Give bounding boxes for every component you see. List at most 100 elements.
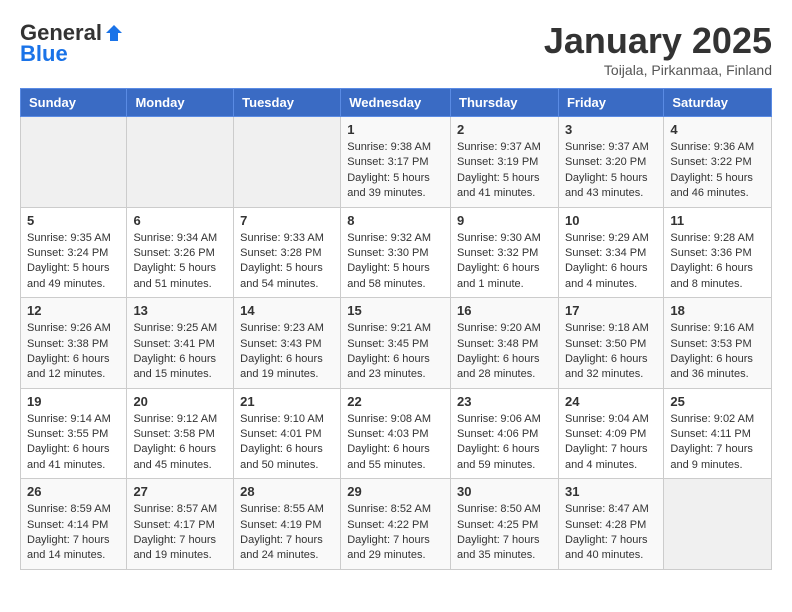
title-section: January 2025 Toijala, Pirkanmaa, Finland (544, 20, 772, 78)
weekday-header-saturday: Saturday (664, 89, 772, 117)
calendar-cell: 18Sunrise: 9:16 AMSunset: 3:53 PMDayligh… (664, 298, 772, 389)
sunrise-text: Sunrise: 9:16 AM (670, 321, 765, 336)
cell-content: Sunrise: 9:04 AMSunset: 4:09 PMDaylight:… (565, 412, 657, 474)
day-number: 30 (457, 484, 552, 499)
cell-content: Sunrise: 9:14 AMSunset: 3:55 PMDaylight:… (27, 412, 120, 474)
daylight-text: Daylight: 6 hours and 28 minutes. (457, 352, 552, 383)
daylight-text: Daylight: 5 hours and 51 minutes. (133, 261, 227, 292)
daylight-text: Daylight: 5 hours and 39 minutes. (347, 171, 444, 202)
sunrise-text: Sunrise: 8:50 AM (457, 502, 552, 517)
calendar-cell: 7Sunrise: 9:33 AMSunset: 3:28 PMDaylight… (234, 207, 341, 298)
day-number: 26 (27, 484, 120, 499)
daylight-text: Daylight: 6 hours and 45 minutes. (133, 442, 227, 473)
calendar-cell: 14Sunrise: 9:23 AMSunset: 3:43 PMDayligh… (234, 298, 341, 389)
cell-content: Sunrise: 9:06 AMSunset: 4:06 PMDaylight:… (457, 412, 552, 474)
sunset-text: Sunset: 3:26 PM (133, 246, 227, 261)
page-header: General Blue January 2025 Toijala, Pirka… (20, 20, 772, 78)
daylight-text: Daylight: 6 hours and 15 minutes. (133, 352, 227, 383)
calendar-cell: 6Sunrise: 9:34 AMSunset: 3:26 PMDaylight… (127, 207, 234, 298)
sunset-text: Sunset: 3:48 PM (457, 337, 552, 352)
sunset-text: Sunset: 3:28 PM (240, 246, 334, 261)
cell-content: Sunrise: 8:52 AMSunset: 4:22 PMDaylight:… (347, 502, 444, 564)
cell-content: Sunrise: 9:16 AMSunset: 3:53 PMDaylight:… (670, 321, 765, 383)
calendar-cell: 8Sunrise: 9:32 AMSunset: 3:30 PMDaylight… (341, 207, 451, 298)
daylight-text: Daylight: 7 hours and 29 minutes. (347, 533, 444, 564)
daylight-text: Daylight: 5 hours and 41 minutes. (457, 171, 552, 202)
calendar-cell: 3Sunrise: 9:37 AMSunset: 3:20 PMDaylight… (558, 117, 663, 208)
daylight-text: Daylight: 5 hours and 46 minutes. (670, 171, 765, 202)
day-number: 21 (240, 394, 334, 409)
calendar-cell: 12 Sunrise: 9:26 AMSunset: 3:38 PMDayligh… (21, 298, 127, 389)
sunset-text: Sunset: 3:55 PM (27, 427, 120, 442)
sunset-text: Sunset: 4:11 PM (670, 427, 765, 442)
day-number: 11 (670, 213, 765, 228)
daylight-text: Daylight: 7 hours and 4 minutes. (565, 442, 657, 473)
cell-content: Sunrise: 9:28 AMSunset: 3:36 PMDaylight:… (670, 231, 765, 293)
day-number: 2 (457, 122, 552, 137)
day-number: 8 (347, 213, 444, 228)
cell-content: Sunrise: 9:26 AMSunset: 3:38 PMDaylight:… (27, 321, 120, 383)
sunrise-text: Sunrise: 9:32 AM (347, 231, 444, 246)
sunset-text: Sunset: 3:58 PM (133, 427, 227, 442)
day-number: 24 (565, 394, 657, 409)
sunrise-text: Sunrise: 9:02 AM (670, 412, 765, 427)
cell-content: Sunrise: 9:25 AMSunset: 3:41 PMDaylight:… (133, 321, 227, 383)
cell-content: Sunrise: 9:02 AMSunset: 4:11 PMDaylight:… (670, 412, 765, 474)
sunrise-text: Sunrise: 8:52 AM (347, 502, 444, 517)
calendar-cell (21, 117, 127, 208)
daylight-text: Daylight: 6 hours and 36 minutes. (670, 352, 765, 383)
calendar-row-1: 1Sunrise: 9:38 AMSunset: 3:17 PMDaylight… (21, 117, 772, 208)
sunrise-text: Sunrise: 9:30 AM (457, 231, 552, 246)
sunset-text: Sunset: 3:24 PM (27, 246, 120, 261)
day-number: 28 (240, 484, 334, 499)
daylight-text: Daylight: 7 hours and 40 minutes. (565, 533, 657, 564)
day-number: 13 (133, 303, 227, 318)
weekday-header-thursday: Thursday (451, 89, 559, 117)
sunset-text: Sunset: 4:25 PM (457, 518, 552, 533)
day-number: 12 (27, 303, 120, 318)
day-number: 16 (457, 303, 552, 318)
sunrise-text: Sunrise: 9:18 AM (565, 321, 657, 336)
sunset-text: Sunset: 3:20 PM (565, 155, 657, 170)
sunrise-text: Sunrise: 9:37 AM (565, 140, 657, 155)
daylight-text: Daylight: 6 hours and 41 minutes. (27, 442, 120, 473)
sunset-text: Sunset: 4:19 PM (240, 518, 334, 533)
calendar-row-3: 12 Sunrise: 9:26 AMSunset: 3:38 PMDayligh… (21, 298, 772, 389)
day-number: 10 (565, 213, 657, 228)
sunset-text: Sunset: 3:32 PM (457, 246, 552, 261)
calendar-cell: 2 Sunrise: 9:37 AMSunset: 3:19 PMDaylight… (451, 117, 559, 208)
day-number: 27 (133, 484, 227, 499)
daylight-text: Daylight: 6 hours and 59 minutes. (457, 442, 552, 473)
daylight-text: Daylight: 6 hours and 1 minute. (457, 261, 552, 292)
calendar-row-2: 5Sunrise: 9:35 AMSunset: 3:24 PMDaylight… (21, 207, 772, 298)
cell-content: Sunrise: 9:35 AMSunset: 3:24 PMDaylight:… (27, 231, 120, 293)
sunset-text: Sunset: 3:22 PM (670, 155, 765, 170)
daylight-text: Daylight: 7 hours and 19 minutes. (133, 533, 227, 564)
calendar-cell: 4 Sunrise: 9:36 AMSunset: 3:22 PMDaylight… (664, 117, 772, 208)
sunrise-text: Sunrise: 9:14 AM (27, 412, 120, 427)
sunrise-text: Sunrise: 9:08 AM (347, 412, 444, 427)
sunrise-text: Sunrise: 9:36 AM (670, 140, 765, 155)
daylight-text: Daylight: 5 hours and 43 minutes. (565, 171, 657, 202)
cell-content: Sunrise: 9:37 AMSunset: 3:19 PMDaylight:… (457, 140, 552, 202)
calendar-cell: 27Sunrise: 8:57 AMSunset: 4:17 PMDayligh… (127, 479, 234, 570)
calendar-cell: 22Sunrise: 9:08 AMSunset: 4:03 PMDayligh… (341, 388, 451, 479)
cell-content: Sunrise: 8:47 AMSunset: 4:28 PMDaylight:… (565, 502, 657, 564)
calendar-cell: 19Sunrise: 9:14 AMSunset: 3:55 PMDayligh… (21, 388, 127, 479)
calendar-cell: 10 Sunrise: 9:29 AMSunset: 3:34 PMDayligh… (558, 207, 663, 298)
sunrise-text: Sunrise: 9:23 AM (240, 321, 334, 336)
sunset-text: Sunset: 4:14 PM (27, 518, 120, 533)
weekday-header-friday: Friday (558, 89, 663, 117)
day-number: 4 (670, 122, 765, 137)
calendar-cell: 28Sunrise: 8:55 AMSunset: 4:19 PMDayligh… (234, 479, 341, 570)
sunset-text: Sunset: 4:06 PM (457, 427, 552, 442)
cell-content: Sunrise: 9:20 AMSunset: 3:48 PMDaylight:… (457, 321, 552, 383)
sunrise-text: Sunrise: 9:04 AM (565, 412, 657, 427)
cell-content: Sunrise: 9:38 AMSunset: 3:17 PMDaylight:… (347, 140, 444, 202)
weekday-header-wednesday: Wednesday (341, 89, 451, 117)
day-number: 23 (457, 394, 552, 409)
cell-content: Sunrise: 9:23 AMSunset: 3:43 PMDaylight:… (240, 321, 334, 383)
sunrise-text: Sunrise: 9:06 AM (457, 412, 552, 427)
cell-content: Sunrise: 9:10 AMSunset: 4:01 PMDaylight:… (240, 412, 334, 474)
cell-content: Sunrise: 9:29 AMSunset: 3:34 PMDaylight:… (565, 231, 657, 293)
